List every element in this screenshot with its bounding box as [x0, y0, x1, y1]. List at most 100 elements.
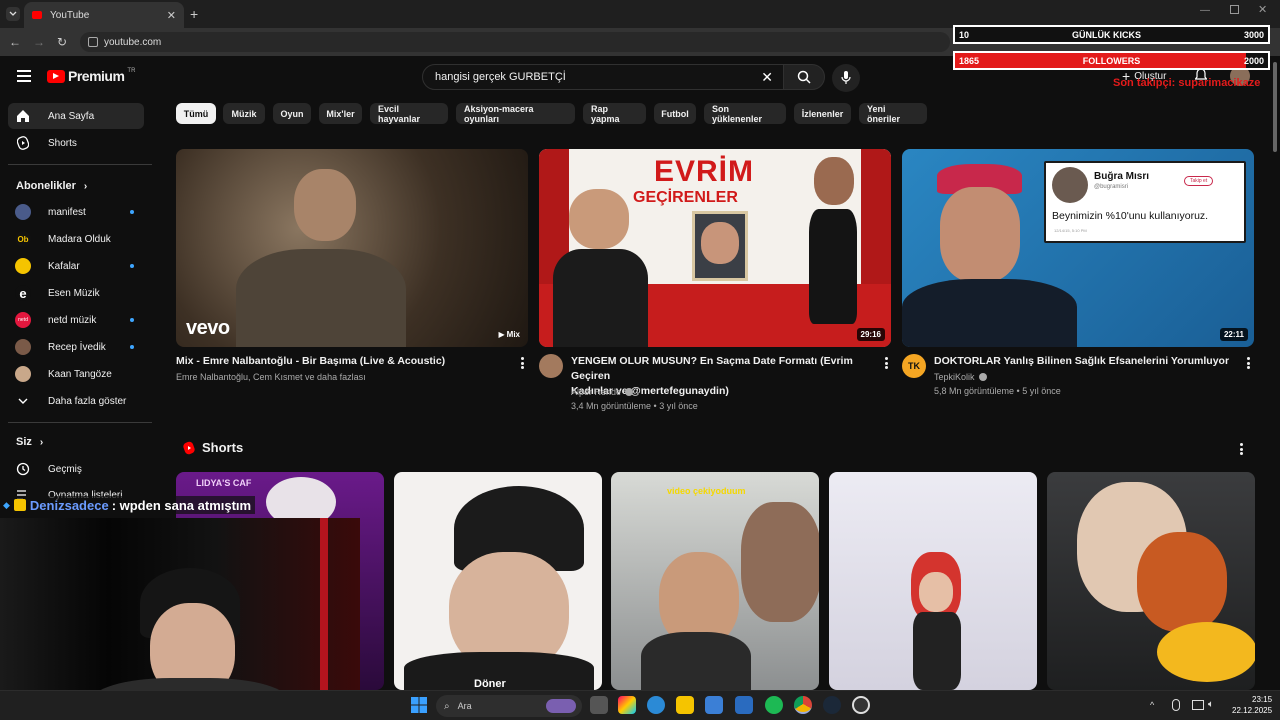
taskbar-search[interactable]: ⌕ Ara	[436, 695, 582, 717]
page-scrollbar[interactable]	[1273, 62, 1277, 152]
sidebar-item-shorts[interactable]: Shorts	[8, 130, 144, 156]
chevron-right-icon: ›	[39, 436, 44, 448]
subscriptions-header[interactable]: Abonelikler ›	[16, 180, 87, 192]
youtube-logo[interactable]: Premium TR	[47, 68, 135, 84]
reload-button[interactable]: ↻	[57, 35, 67, 49]
person-head	[569, 189, 629, 249]
sidebar-sub-kafalar[interactable]: Kafalar	[8, 253, 144, 279]
search-value: hangisi gerçek GURBETÇİ	[435, 71, 566, 83]
shorts-menu[interactable]	[1236, 442, 1246, 456]
video-meta-1: Emre Nalbantoğlu, Cem Kısmet ve daha faz…	[176, 372, 366, 382]
video-duration-2: 29:16	[856, 328, 885, 341]
video-thumbnail-1[interactable]: vevo ▶ Mix	[176, 149, 528, 347]
tab-title: YouTube	[50, 9, 90, 21]
new-tab-button[interactable]: +	[190, 6, 198, 22]
task-view-icon[interactable]	[590, 696, 608, 714]
tweet-avatar	[1052, 167, 1088, 203]
video-thumbnail-3[interactable]: Buğra Mısrı @bugramisri Takip et Beynimi…	[902, 149, 1254, 347]
site-info-icon[interactable]	[88, 37, 98, 47]
sidebar-show-more[interactable]: Daha fazla göster	[8, 388, 144, 414]
you-section-header[interactable]: Siz ›	[16, 436, 43, 448]
copilot-icon[interactable]	[618, 696, 636, 714]
sidebar-item-history[interactable]: Geçmiş	[8, 456, 144, 482]
tray-chevron-icon[interactable]: ^	[1150, 700, 1154, 710]
kicks-current: 10	[959, 29, 970, 40]
mail-icon[interactable]	[735, 696, 753, 714]
close-window-button[interactable]: ✕	[1258, 3, 1267, 16]
microphone-tray-icon[interactable]	[1172, 699, 1180, 711]
sidebar-sub-esen-muzik[interactable]: e Esen Müzik	[8, 280, 144, 306]
video-title-3[interactable]: DOKTORLAR Yanlış Bilinen Sağlık Efsanele…	[934, 354, 1239, 369]
windows-start-icon[interactable]	[410, 696, 428, 714]
sidebar-sub-label: Recep İvedik	[48, 341, 106, 353]
tab-search-button[interactable]	[6, 7, 20, 21]
chip-music[interactable]: Müzik	[223, 103, 265, 124]
steam-icon[interactable]	[823, 696, 841, 714]
search-input[interactable]: hangisi gerçek GURBETÇİ ✕	[422, 64, 784, 90]
chip-all[interactable]: Tümü	[176, 103, 216, 124]
maximize-window-button[interactable]	[1230, 5, 1239, 14]
spotify-icon[interactable]	[765, 696, 783, 714]
chip-gaming[interactable]: Oyun	[273, 103, 311, 124]
search-icon: ⌕	[444, 700, 450, 712]
chip-pets[interactable]: Evcil hayvanlar	[370, 103, 448, 124]
channel-avatar-alper-rende[interactable]	[539, 354, 563, 378]
back-button[interactable]: ←	[9, 35, 21, 49]
voice-search-button[interactable]	[832, 64, 860, 92]
chip-recently-uploaded[interactable]: Son yüklenenler	[704, 103, 786, 124]
taskbar-clock[interactable]: 23:15 22.12.2025	[1232, 694, 1272, 716]
chip-watched[interactable]: İzlenenler	[794, 103, 851, 124]
video-title-1[interactable]: Mix - Emre Nalbantoğlu - Bir Başıma (Liv…	[176, 354, 506, 369]
chip-rap[interactable]: Rap yapma	[583, 103, 646, 124]
video-menu-2[interactable]	[881, 356, 891, 370]
chrome-icon[interactable]	[794, 696, 812, 714]
history-label: Geçmiş	[48, 463, 82, 475]
shorts-header: Shorts	[183, 440, 243, 455]
chip-mixes[interactable]: Mix'ler	[319, 103, 362, 124]
tweet-follow-button: Takip et	[1184, 176, 1214, 186]
edge-icon[interactable]	[647, 696, 665, 714]
display-tray-icon[interactable]	[1192, 700, 1204, 710]
store-icon[interactable]	[705, 696, 723, 714]
sidebar-sub-recep-ivedik[interactable]: Recep İvedik	[8, 334, 144, 360]
channel-avatar-tepkikolik[interactable]: TK	[902, 354, 926, 378]
video-menu-1[interactable]	[517, 356, 527, 370]
sidebar-sub-kaan-tangoze[interactable]: Kaan Tangöze	[8, 361, 144, 387]
channel-avatar	[15, 339, 31, 355]
browser-tab[interactable]: YouTube ✕	[24, 2, 184, 28]
menu-icon[interactable]	[17, 70, 31, 82]
chip-action-adventure[interactable]: Aksiyon-macera oyunları	[456, 103, 575, 124]
short-card-5[interactable]	[1047, 472, 1255, 690]
chip-football[interactable]: Futbol	[654, 103, 696, 124]
video-channel-2[interactable]: Alper Rende	[571, 385, 634, 399]
sidebar-sub-netd-muzik[interactable]: netd netd müzik	[8, 307, 144, 333]
forward-button[interactable]: →	[33, 35, 45, 49]
clear-search-icon[interactable]: ✕	[761, 69, 773, 86]
obs-icon[interactable]	[852, 696, 870, 714]
search-button[interactable]	[783, 64, 825, 90]
sidebar-sub-madara-olduk[interactable]: Ob Madara Olduk	[8, 226, 144, 252]
close-tab-icon[interactable]: ✕	[167, 9, 176, 22]
youtube-favicon-icon	[32, 11, 42, 19]
video-menu-3[interactable]	[1243, 356, 1253, 370]
sidebar-sub-manifest[interactable]: manifest	[8, 199, 144, 225]
sidebar-sub-label: netd müzik	[48, 314, 97, 326]
woman-body	[809, 209, 857, 324]
minimize-window-button[interactable]: —	[1200, 5, 1210, 16]
video-thumbnail-2[interactable]: EVRİM GEÇİRENLER 29:16	[539, 149, 891, 347]
short-card-2[interactable]: Döner	[394, 472, 602, 690]
sidebar-sub-label: manifest	[48, 206, 86, 218]
chip-new-to-you[interactable]: Yeni öneriler	[859, 103, 927, 124]
address-bar[interactable]: youtube.com	[80, 32, 950, 52]
sidebar-sub-label: Kafalar	[48, 260, 80, 272]
short-card-4[interactable]	[829, 472, 1037, 690]
clock-time: 23:15	[1252, 695, 1273, 704]
sidebar-item-home[interactable]: Ana Sayfa	[8, 103, 144, 129]
video-channel-3[interactable]: TepkiKolik	[934, 370, 987, 384]
verified-icon	[978, 373, 987, 381]
file-explorer-icon[interactable]	[676, 696, 694, 714]
chat-username: Denizsadece	[29, 497, 109, 513]
short-card-3[interactable]: video çekiyoduum	[611, 472, 819, 690]
volume-icon[interactable]: 🔈︎	[1208, 699, 1214, 710]
dancer-body	[913, 612, 961, 690]
